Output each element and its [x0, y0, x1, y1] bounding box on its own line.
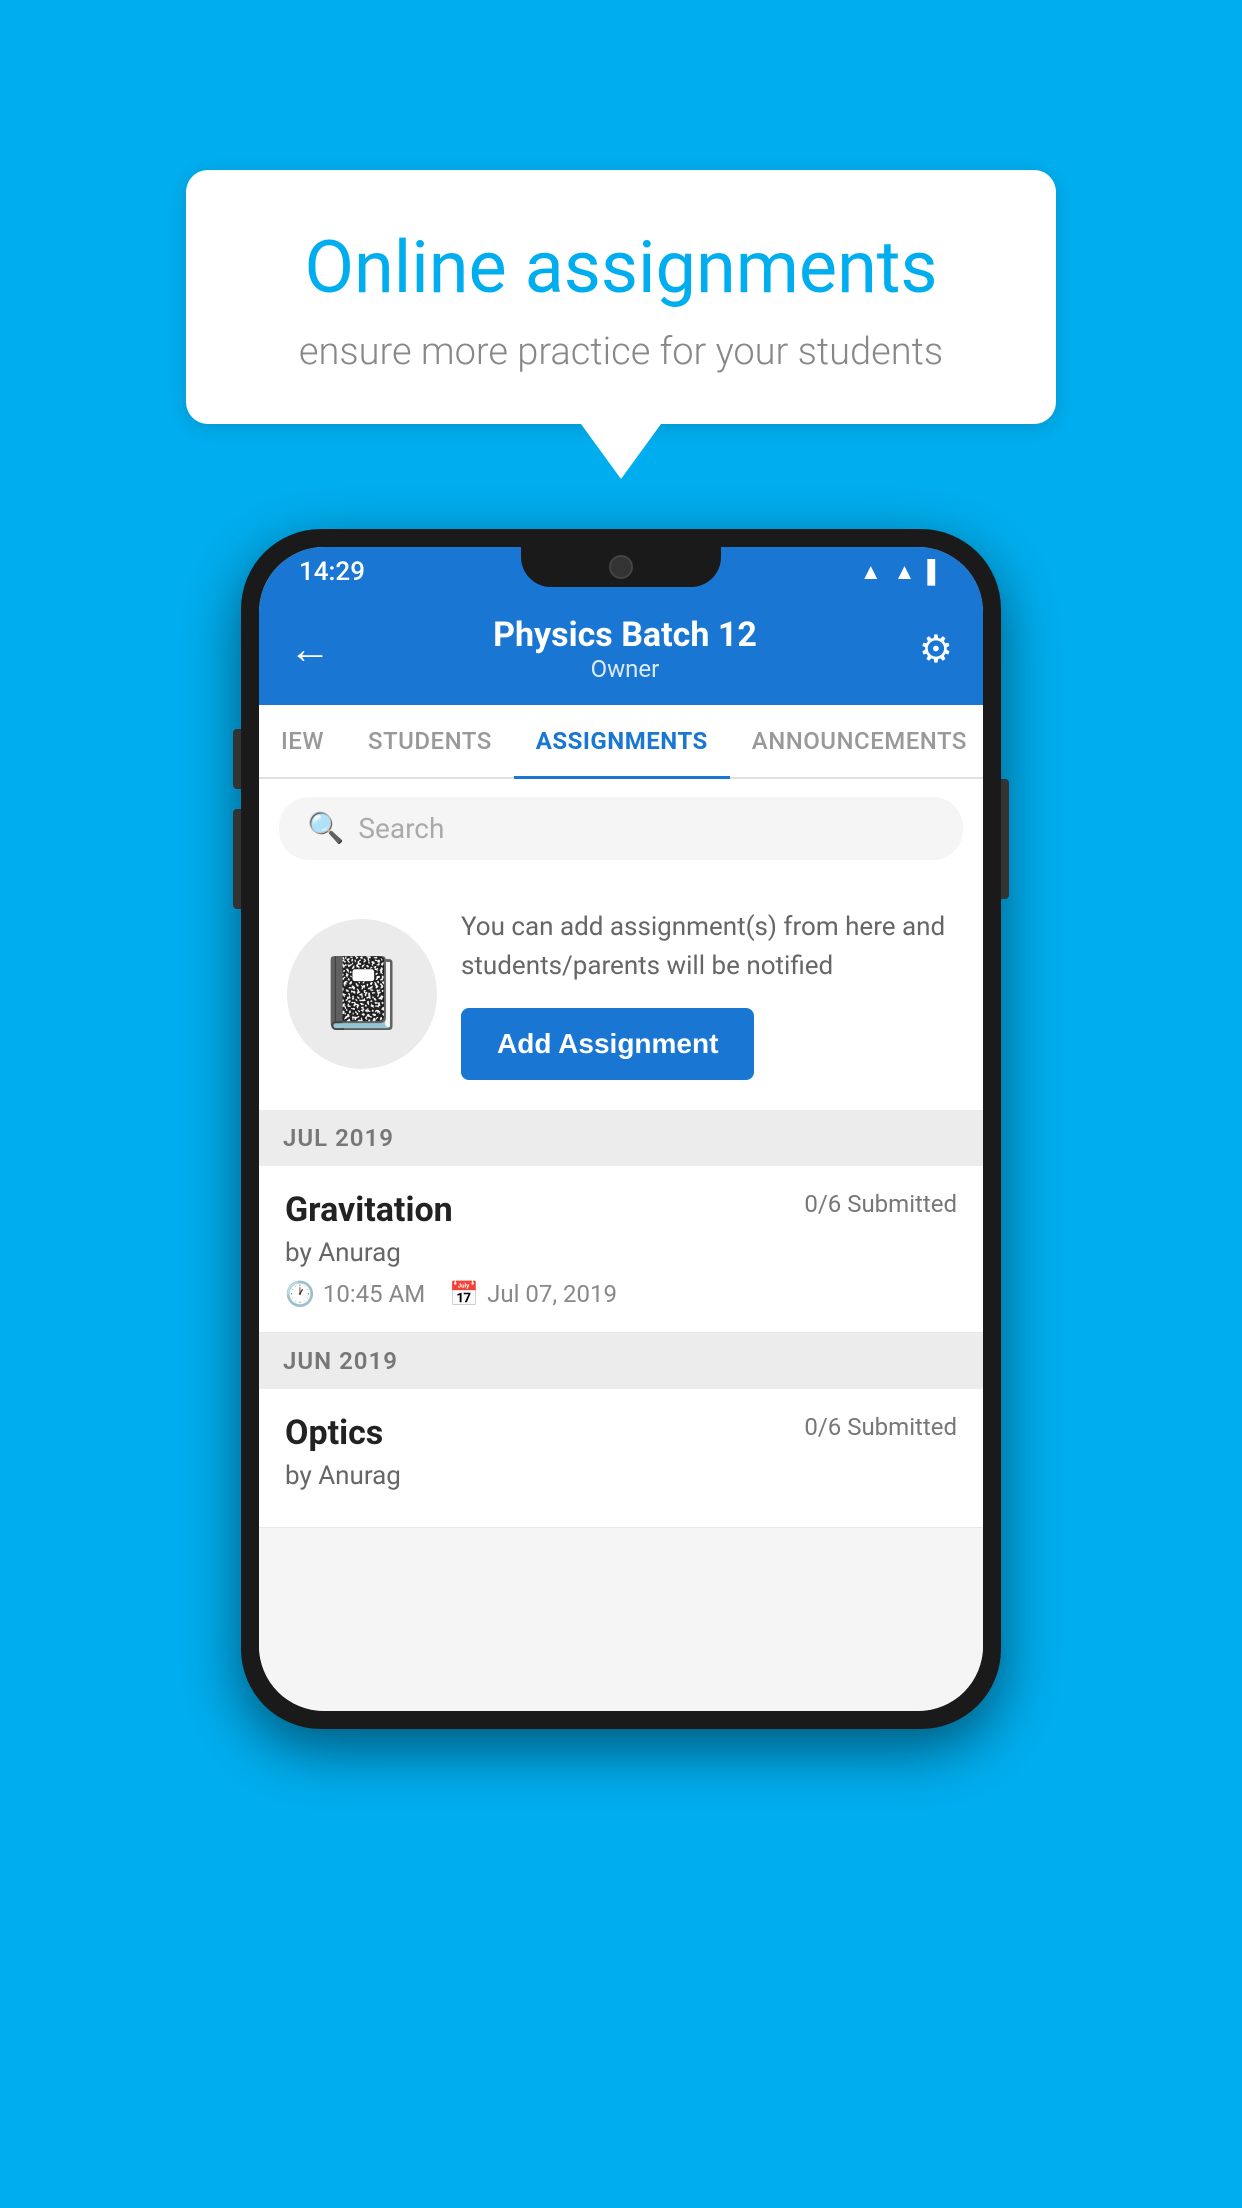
tab-students[interactable]: STUDENTS [346, 705, 514, 777]
assignment-name-optics: Optics [285, 1413, 383, 1453]
speech-bubble: Online assignments ensure more practice … [186, 170, 1056, 424]
promo-description: You can add assignment(s) from here and … [461, 908, 955, 986]
promo-text-area: You can add assignment(s) from here and … [461, 908, 955, 1080]
volume-up-button [233, 729, 241, 789]
calendar-icon: 📅 [449, 1280, 479, 1308]
assignment-name-gravitation: Gravitation [285, 1190, 453, 1230]
batch-name: Physics Batch 12 [493, 615, 757, 655]
tab-announcements[interactable]: ANNOUNCEMENTS [730, 705, 983, 777]
header-center: Physics Batch 12 Owner [493, 615, 757, 683]
wifi-icon: ▲ [860, 559, 882, 585]
volume-down-button [233, 809, 241, 909]
phone-screen: 14:29 ▲ ▲ ▌ ← Physics Batch 12 Owner ⚙ I… [259, 547, 983, 1711]
tab-iew[interactable]: IEW [259, 705, 346, 777]
search-placeholder: Search [358, 812, 444, 845]
phone-notch [521, 547, 721, 587]
assignment-optics[interactable]: Optics 0/6 Submitted by Anurag [259, 1389, 983, 1528]
settings-button[interactable]: ⚙ [919, 627, 953, 672]
section-jul-2019: JUL 2019 [259, 1110, 983, 1166]
assignment-gravitation[interactable]: Gravitation 0/6 Submitted by Anurag 🕐 10… [259, 1166, 983, 1333]
speech-bubble-container: Online assignments ensure more practice … [186, 170, 1056, 479]
phone-frame: 14:29 ▲ ▲ ▌ ← Physics Batch 12 Owner ⚙ I… [241, 529, 1001, 1729]
tab-assignments[interactable]: ASSIGNMENTS [514, 705, 730, 777]
assignment-author-optics: by Anurag [285, 1461, 957, 1491]
back-button[interactable]: ← [289, 625, 331, 674]
meta-date-gravitation: 📅 Jul 07, 2019 [449, 1280, 617, 1308]
search-input-wrapper[interactable]: 🔍 Search [279, 797, 963, 860]
assignment-top-row-optics: Optics 0/6 Submitted [285, 1413, 957, 1453]
status-time: 14:29 [299, 557, 365, 587]
assignment-time-gravitation: 10:45 AM [323, 1280, 425, 1308]
phone-body: 14:29 ▲ ▲ ▌ ← Physics Batch 12 Owner ⚙ I… [241, 529, 1001, 1729]
bubble-tail [581, 424, 661, 479]
notebook-icon: 📓 [318, 953, 405, 1035]
add-assignment-button[interactable]: Add Assignment [461, 1008, 754, 1080]
status-icons: ▲ ▲ ▌ [860, 559, 943, 585]
tabs-bar: IEW STUDENTS ASSIGNMENTS ANNOUNCEMENTS [259, 705, 983, 779]
clock-icon: 🕐 [285, 1280, 315, 1308]
assignment-author-gravitation: by Anurag [285, 1238, 957, 1268]
assignment-submitted-optics: 0/6 Submitted [804, 1413, 957, 1441]
assignment-date-gravitation: Jul 07, 2019 [487, 1280, 617, 1308]
bubble-title: Online assignments [246, 225, 996, 310]
content-area: 🔍 Search 📓 You can add assignment(s) fro… [259, 779, 983, 1711]
owner-label: Owner [493, 655, 757, 683]
assignment-meta-gravitation: 🕐 10:45 AM 📅 Jul 07, 2019 [285, 1280, 957, 1308]
search-icon: 🔍 [307, 811, 344, 846]
signal-icon: ▲ [894, 559, 916, 585]
power-button [1001, 779, 1009, 899]
battery-icon: ▌ [927, 559, 943, 585]
promo-card: 📓 You can add assignment(s) from here an… [259, 878, 983, 1110]
bubble-subtitle: ensure more practice for your students [246, 330, 996, 374]
assignment-submitted-gravitation: 0/6 Submitted [804, 1190, 957, 1218]
front-camera [609, 555, 633, 579]
meta-time-gravitation: 🕐 10:45 AM [285, 1280, 425, 1308]
section-jun-2019: JUN 2019 [259, 1333, 983, 1389]
app-header: ← Physics Batch 12 Owner ⚙ [259, 597, 983, 705]
promo-icon-circle: 📓 [287, 919, 437, 1069]
search-container: 🔍 Search [259, 779, 983, 878]
assignment-top-row: Gravitation 0/6 Submitted [285, 1190, 957, 1230]
